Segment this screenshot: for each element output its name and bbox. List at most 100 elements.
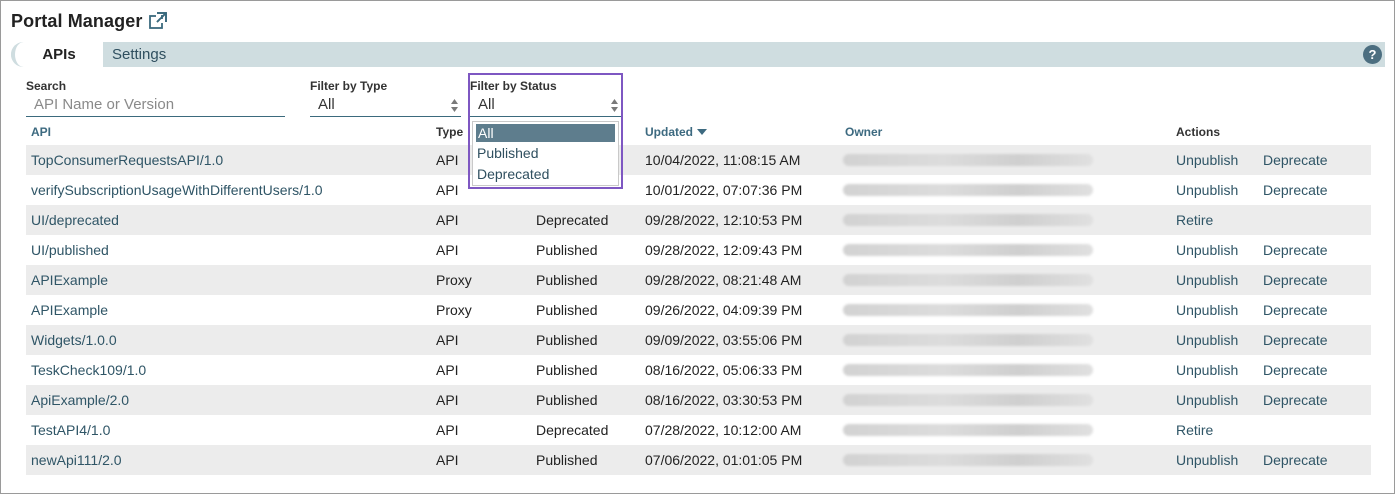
table-row: newApi111/2.0 API Published 07/06/2022, 01:… (26, 445, 1371, 475)
type-filter-select[interactable]: All (310, 93, 461, 117)
sort-down-icon (697, 129, 707, 135)
deprecate-action-link[interactable]: Deprecate (1263, 325, 1328, 355)
select-arrows-icon (451, 99, 458, 112)
column-header-owner[interactable]: Owner (845, 125, 882, 139)
unpublish-action-link[interactable]: Unpublish (1176, 295, 1238, 325)
type-filter-label: Filter by Type (310, 79, 388, 93)
table-row: TestAPI4/1.0 API Deprecated 07/28/2022, 10:… (26, 415, 1371, 445)
updated-cell: 10/04/2022, 11:08:15 AM (645, 152, 801, 168)
api-link[interactable]: UI/deprecated (31, 205, 119, 235)
column-header-actions: Actions (1176, 125, 1221, 139)
redacted-owner-email (843, 364, 1093, 376)
redacted-owner-email (843, 394, 1093, 406)
owner-cell-redacted (843, 355, 1093, 385)
deprecate-action-link[interactable]: Deprecate (1263, 355, 1328, 385)
api-link[interactable]: UI/published (31, 235, 109, 265)
updated-cell: 10/01/2022, 07:07:36 PM (645, 182, 803, 198)
status-cell: Published (536, 332, 598, 348)
status-cell: Deprecated (536, 212, 609, 228)
owner-cell-redacted (843, 415, 1093, 445)
type-filter-value: All (318, 96, 335, 113)
deprecate-action-link[interactable]: Deprecate (1263, 445, 1328, 475)
deprecate-action-link[interactable]: Deprecate (1263, 295, 1328, 325)
deprecate-action-link[interactable]: Deprecate (1263, 145, 1328, 175)
updated-cell: 09/28/2022, 08:21:48 AM (645, 272, 802, 288)
api-link[interactable]: TopConsumerRequestsAPI/1.0 (31, 145, 223, 175)
updated-cell: 07/28/2022, 10:12:00 AM (645, 422, 802, 438)
unpublish-action-link[interactable]: Unpublish (1176, 355, 1238, 385)
type-cell: API (436, 242, 459, 258)
tab-bar: APIs Settings ? (11, 42, 1385, 67)
status-cell: Published (536, 242, 598, 258)
status-cell: Published (536, 392, 598, 408)
type-cell: Proxy (436, 272, 472, 288)
deprecate-action-link[interactable]: Deprecate (1263, 175, 1328, 205)
redacted-owner-email (843, 244, 1093, 256)
owner-cell-redacted (843, 385, 1093, 415)
status-filter-highlight (468, 73, 623, 189)
table-row: verifySubscriptionUsageWithDifferentUser… (26, 175, 1371, 205)
status-cell: Published (536, 452, 598, 468)
api-link[interactable]: APIExample (31, 295, 108, 325)
status-cell: Deprecated (536, 422, 609, 438)
owner-cell-redacted (843, 145, 1093, 175)
tab-settings[interactable]: Settings (112, 42, 166, 67)
title-row: Portal Manager (11, 8, 168, 34)
updated-cell: 09/28/2022, 12:09:43 PM (645, 242, 803, 258)
column-header-updated-label: Updated (645, 125, 693, 139)
unpublish-action-link[interactable]: Unpublish (1176, 385, 1238, 415)
unpublish-action-link[interactable]: Unpublish (1176, 325, 1238, 355)
redacted-owner-email (843, 424, 1093, 436)
column-header-updated[interactable]: Updated (645, 125, 707, 139)
table-row: Widgets/1.0.0 API Published 09/09/2022, 03:… (26, 325, 1371, 355)
column-header-api[interactable]: API (31, 125, 51, 139)
api-link[interactable]: newApi111/2.0 (31, 445, 122, 475)
unpublish-action-link[interactable]: Unpublish (1176, 175, 1238, 205)
updated-cell: 08/16/2022, 05:06:33 PM (645, 362, 803, 378)
table-row: APIExample Proxy Published 09/28/2022, 08:2… (26, 265, 1371, 295)
external-link-icon[interactable] (148, 11, 168, 31)
unpublish-action-link[interactable]: Unpublish (1176, 265, 1238, 295)
retire-action-link[interactable]: Retire (1176, 205, 1213, 235)
deprecate-action-link[interactable]: Deprecate (1263, 265, 1328, 295)
owner-cell-redacted (843, 325, 1093, 355)
api-link[interactable]: TeskCheck109/1.0 (31, 355, 146, 385)
redacted-owner-email (843, 214, 1093, 226)
type-cell: API (436, 392, 459, 408)
unpublish-action-link[interactable]: Unpublish (1176, 445, 1238, 475)
api-link[interactable]: Widgets/1.0.0 (31, 325, 117, 355)
api-link[interactable]: APIExample (31, 265, 108, 295)
redacted-owner-email (843, 454, 1093, 466)
redacted-owner-email (843, 274, 1093, 286)
redacted-owner-email (843, 154, 1093, 166)
tab-apis[interactable]: APIs (11, 42, 103, 67)
redacted-owner-email (843, 304, 1093, 316)
updated-cell: 07/06/2022, 01:01:05 PM (645, 452, 803, 468)
type-cell: API (436, 332, 459, 348)
deprecate-action-link[interactable]: Deprecate (1263, 235, 1328, 265)
table-row: UI/published API Published 09/28/2022, 12:0… (26, 235, 1371, 265)
search-input[interactable] (26, 93, 285, 117)
unpublish-action-link[interactable]: Unpublish (1176, 145, 1238, 175)
updated-cell: 09/09/2022, 03:55:06 PM (645, 332, 803, 348)
type-cell: API (436, 212, 459, 228)
table-row: TeskCheck109/1.0 API Published 08/16/2022, … (26, 355, 1371, 385)
help-icon[interactable]: ? (1363, 45, 1382, 64)
column-header-type[interactable]: Type (436, 125, 463, 139)
deprecate-action-link[interactable]: Deprecate (1263, 385, 1328, 415)
search-label: Search (26, 79, 67, 93)
api-link[interactable]: verifySubscriptionUsageWithDifferentUser… (31, 175, 323, 205)
owner-cell-redacted (843, 175, 1093, 205)
retire-action-link[interactable]: Retire (1176, 415, 1213, 445)
unpublish-action-link[interactable]: Unpublish (1176, 235, 1238, 265)
status-cell: Published (536, 272, 598, 288)
portal-manager-window: Portal Manager APIs Settings ? Search Fi… (0, 0, 1395, 494)
status-cell: Published (536, 302, 598, 318)
owner-cell-redacted (843, 445, 1093, 475)
owner-cell-redacted (843, 205, 1093, 235)
api-link[interactable]: ApiExample/2.0 (31, 385, 129, 415)
type-cell: API (436, 182, 459, 198)
updated-cell: 08/16/2022, 03:30:53 PM (645, 392, 803, 408)
api-link[interactable]: TestAPI4/1.0 (31, 415, 110, 445)
updated-cell: 09/26/2022, 04:09:39 PM (645, 302, 803, 318)
